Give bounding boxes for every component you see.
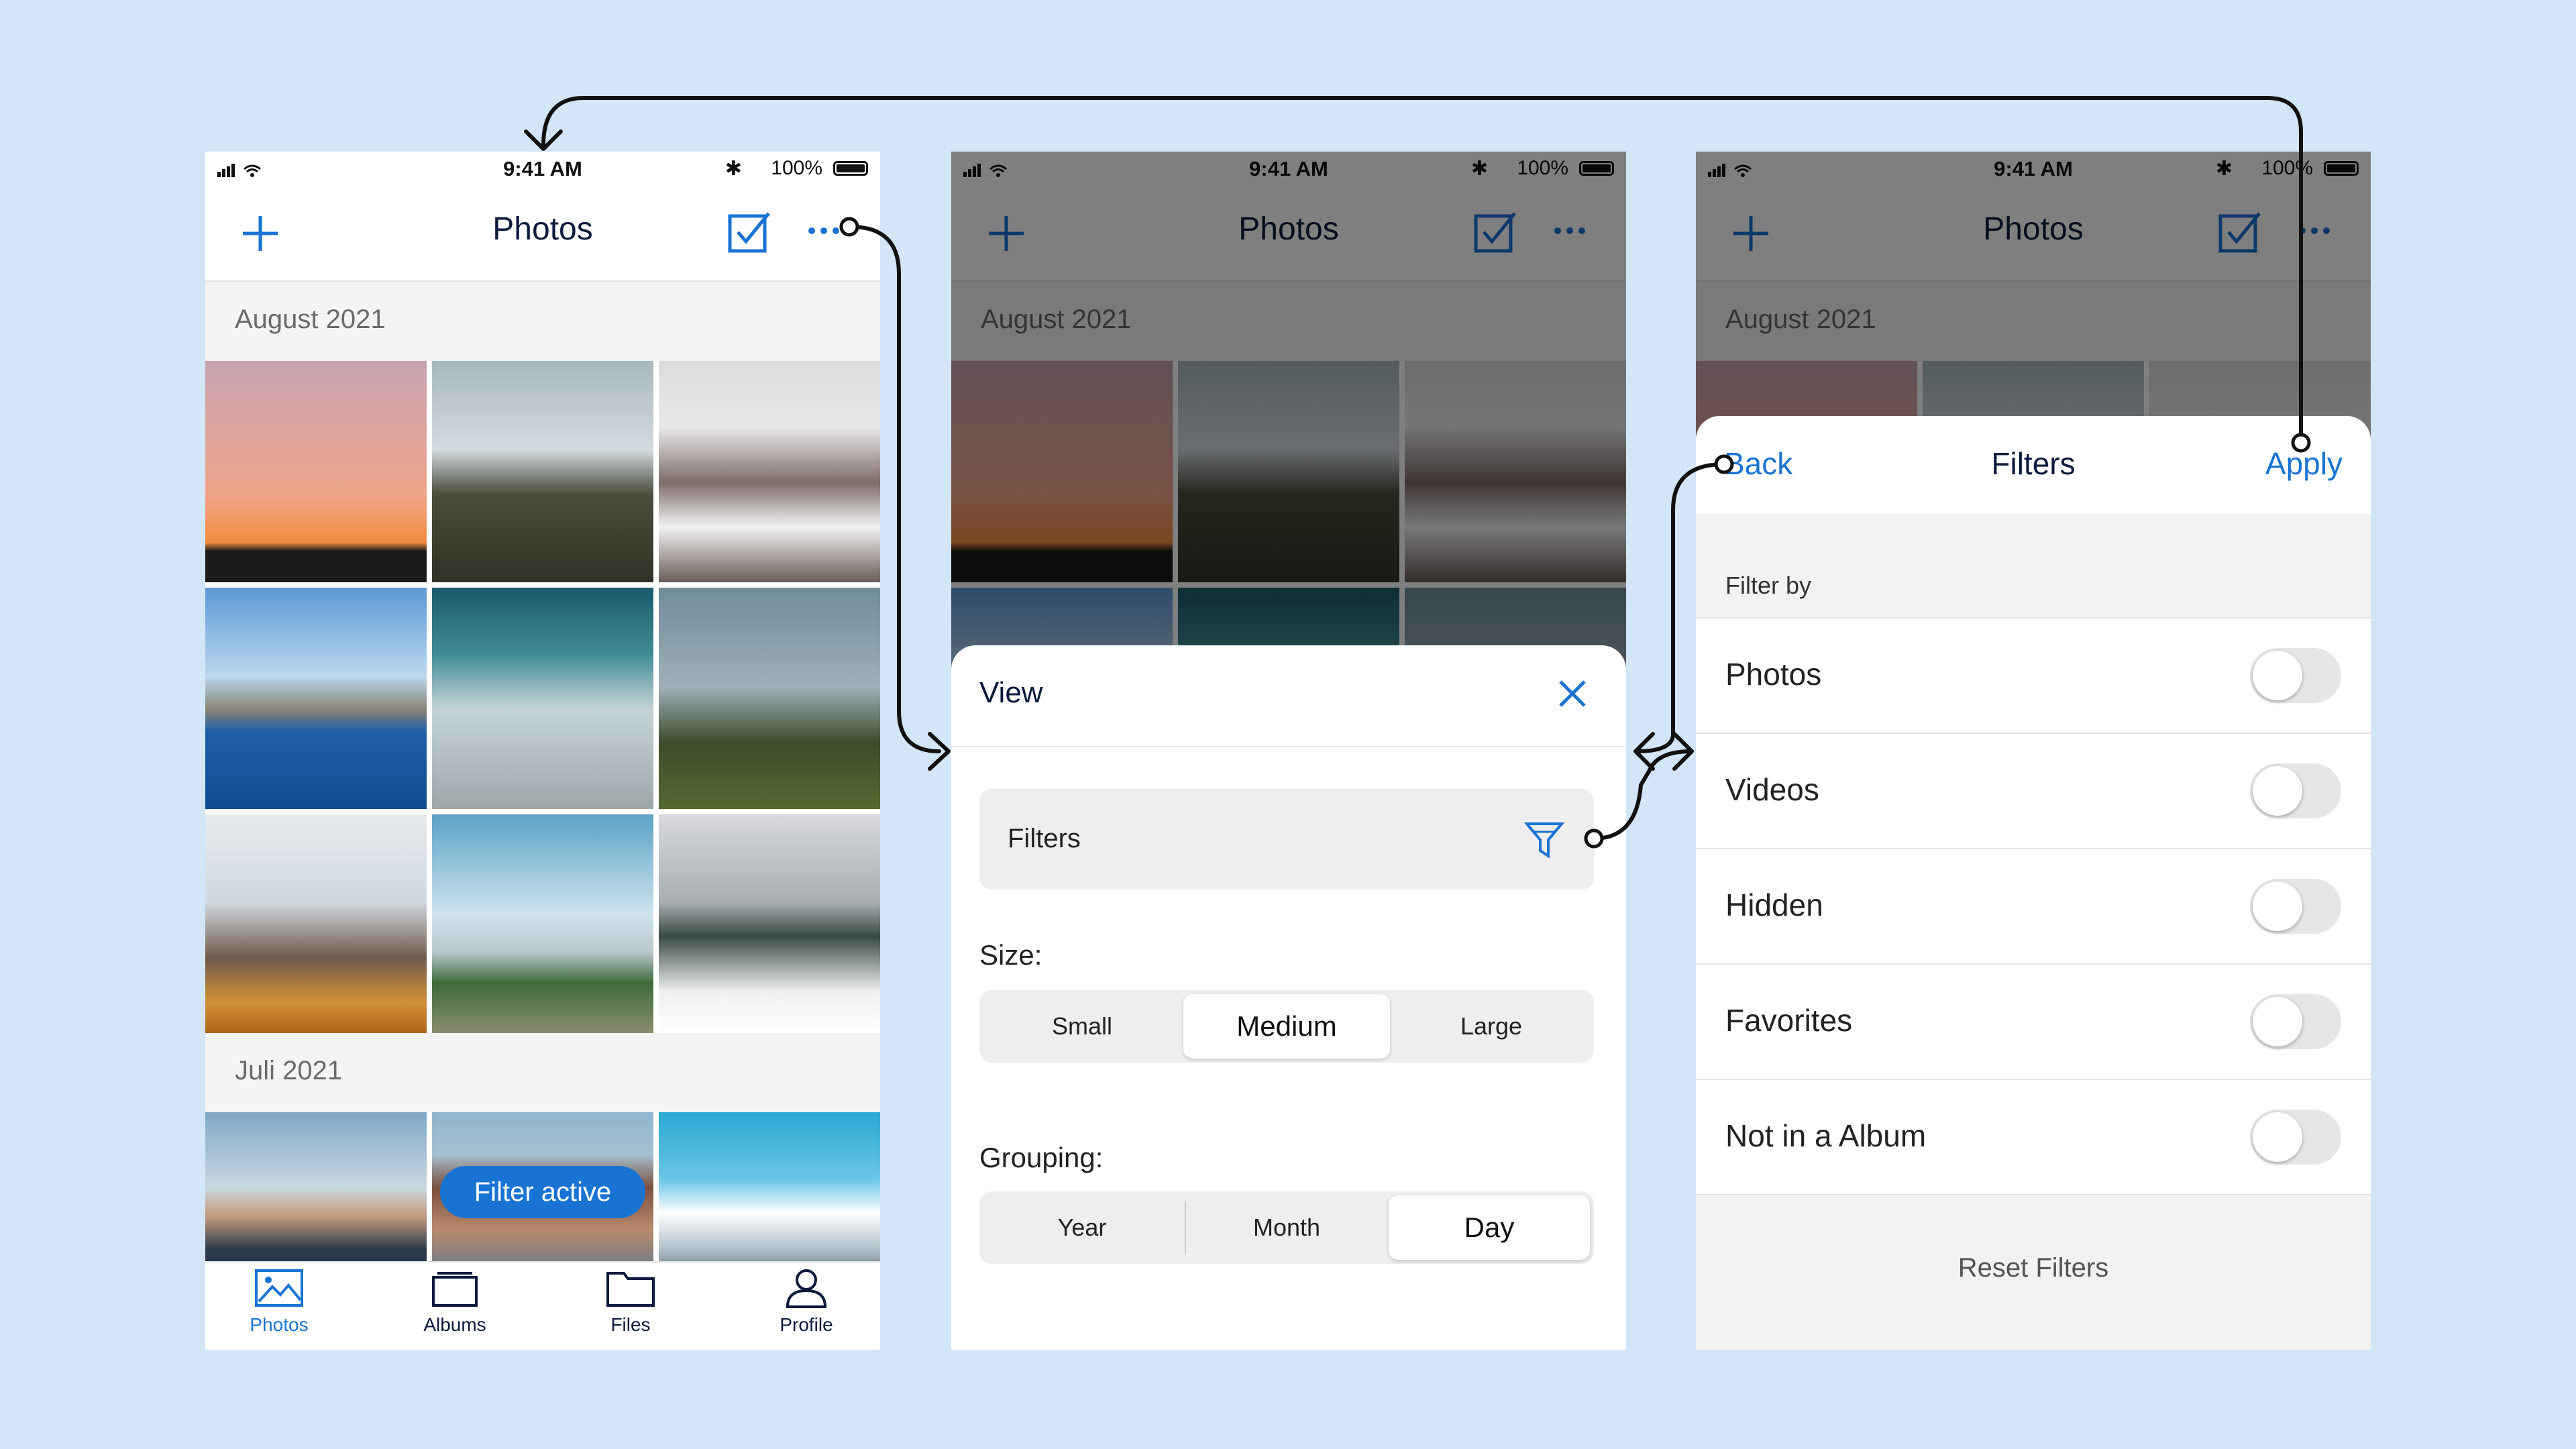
connector-start-filters — [1584, 828, 1604, 849]
connector-start-back — [1714, 454, 1734, 474]
connector-more-to-view — [849, 225, 941, 753]
connector-back-to-view — [1635, 462, 1726, 753]
connector-apply-to-photos — [541, 96, 2303, 445]
flow-connectors — [524, 96, 2311, 849]
connector-start-apply — [2291, 433, 2311, 453]
connector-start-more — [839, 217, 859, 237]
